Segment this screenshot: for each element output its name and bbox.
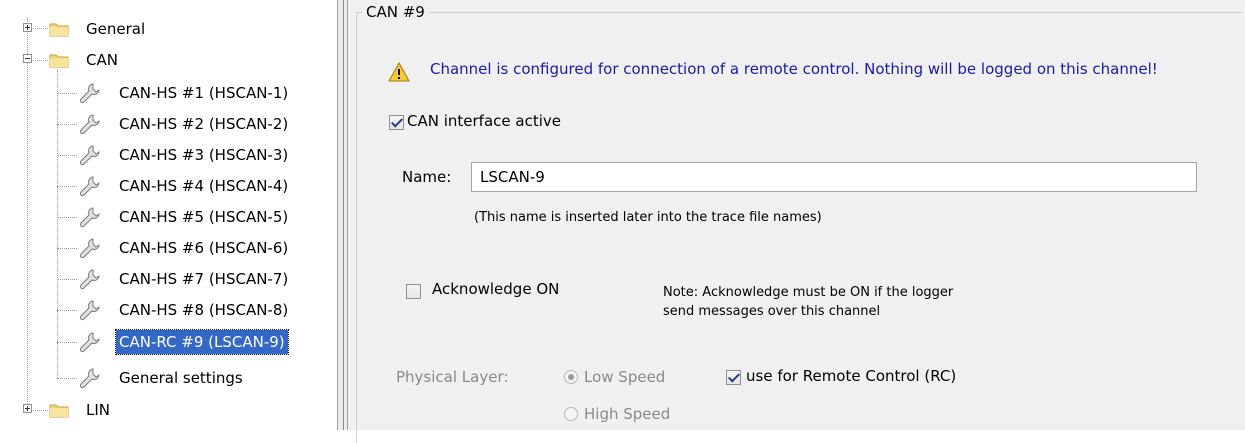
remote-control-checkbox[interactable]	[726, 370, 741, 385]
low-speed-label[interactable]: Low Speed	[584, 368, 665, 386]
wrench-icon	[79, 332, 100, 353]
name-input[interactable]	[471, 162, 1197, 192]
collapse-icon[interactable]	[23, 54, 32, 63]
tree-item-label: CAN-HS #2 (HSCAN-2)	[119, 115, 289, 133]
tree-item-channel-4[interactable]: CAN-HS #4 (HSCAN-4)	[0, 171, 337, 201]
wrench-icon	[79, 114, 100, 135]
group-box-title: CAN #9	[362, 1, 429, 23]
wrench-icon	[79, 368, 100, 389]
folder-icon	[49, 54, 69, 68]
can-interface-active-label[interactable]: CAN interface active	[407, 112, 561, 130]
name-hint: (This name is inserted later into the tr…	[474, 210, 822, 225]
high-speed-radio[interactable]	[564, 407, 578, 421]
remote-control-label[interactable]: use for Remote Control (RC)	[746, 367, 956, 385]
acknowledge-label[interactable]: Acknowledge ON	[432, 280, 559, 298]
folder-icon	[49, 23, 69, 37]
wrench-icon	[79, 83, 100, 104]
tree-item-channel-1[interactable]: CAN-HS #1 (HSCAN-1)	[0, 78, 337, 108]
tree-item-label: General settings	[119, 369, 243, 387]
wrench-icon	[79, 207, 100, 228]
warning-message: Channel is configured for connection of …	[430, 60, 1158, 78]
low-speed-radio[interactable]	[564, 370, 578, 384]
expand-icon[interactable]	[23, 404, 32, 413]
tree-item-label: CAN-HS #3 (HSCAN-3)	[119, 146, 289, 164]
wrench-icon	[79, 238, 100, 259]
splitter-handle[interactable]	[338, 0, 348, 430]
acknowledge-checkbox[interactable]	[406, 284, 421, 299]
tree-item-label-selected: CAN-RC #9 (LSCAN-9)	[115, 329, 289, 355]
tree-item-label: CAN-HS #4 (HSCAN-4)	[119, 177, 289, 195]
tree-item-channel-6[interactable]: CAN-HS #6 (HSCAN-6)	[0, 233, 337, 263]
physical-layer-label: Physical Layer:	[396, 368, 509, 386]
name-label: Name:	[402, 168, 452, 186]
tree-item-can[interactable]: CAN	[0, 45, 337, 75]
tree-item-channel-7[interactable]: CAN-HS #7 (HSCAN-7)	[0, 264, 337, 294]
acknowledge-note-line2: send messages over this channel	[663, 304, 881, 319]
tree-item-channel-2[interactable]: CAN-HS #2 (HSCAN-2)	[0, 109, 337, 139]
tree-item-label: CAN-HS #1 (HSCAN-1)	[119, 84, 289, 102]
wrench-icon	[79, 145, 100, 166]
tree-item-lin[interactable]: LIN	[0, 395, 337, 425]
can-interface-active-checkbox[interactable]	[389, 115, 404, 130]
tree-item-label: CAN-HS #5 (HSCAN-5)	[119, 208, 289, 226]
tree-item-label: CAN-HS #6 (HSCAN-6)	[119, 239, 289, 257]
tree-item-channel-5[interactable]: CAN-HS #5 (HSCAN-5)	[0, 202, 337, 232]
high-speed-label[interactable]: High Speed	[584, 405, 670, 423]
wrench-icon	[79, 176, 100, 197]
tree-item-label: LIN	[86, 401, 111, 419]
folder-icon	[49, 404, 69, 418]
tree-item-general[interactable]: General	[0, 14, 337, 44]
tree-item-label: CAN	[86, 51, 118, 69]
tree-item-channel-8[interactable]: CAN-HS #8 (HSCAN-8)	[0, 295, 337, 325]
tree-item-general-settings[interactable]: General settings	[0, 363, 337, 393]
wrench-icon	[79, 300, 100, 321]
channel-settings-panel: CAN #9 Channel is configured for connect…	[348, 0, 1245, 443]
expand-icon[interactable]	[23, 23, 32, 32]
wrench-icon	[79, 269, 100, 290]
tree-item-channel-3[interactable]: CAN-HS #3 (HSCAN-3)	[0, 140, 337, 170]
acknowledge-note-line1: Note: Acknowledge must be ON if the logg…	[663, 285, 954, 300]
tree-item-label: General	[86, 20, 146, 38]
channel-tree[interactable]: General CAN CAN-HS #1 (HSCAN-1) CAN-HS #…	[0, 0, 338, 430]
tree-item-label: CAN-HS #8 (HSCAN-8)	[119, 301, 289, 319]
tree-item-label: CAN-HS #7 (HSCAN-7)	[119, 270, 289, 288]
tree-item-channel-9[interactable]: CAN-RC #9 (LSCAN-9)	[0, 327, 337, 357]
warning-icon	[388, 62, 410, 82]
